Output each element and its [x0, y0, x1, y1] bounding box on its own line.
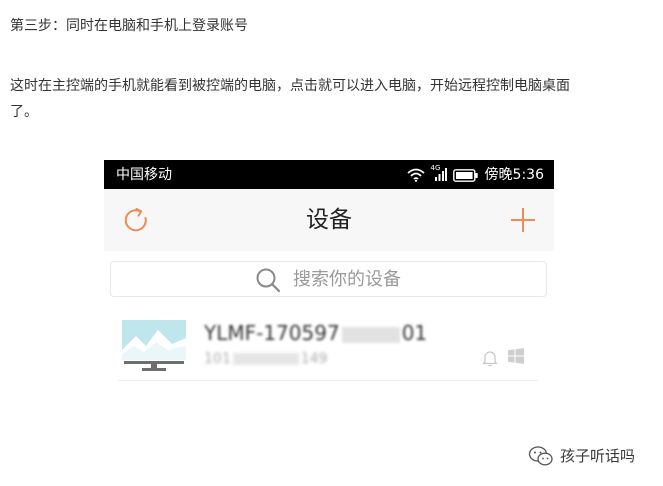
wechat-icon — [528, 445, 554, 467]
device-id-prefix: 101 — [204, 351, 231, 367]
device-id-suffix: 149 — [300, 351, 328, 367]
device-name-prefix: YLMF-170597 — [204, 321, 340, 345]
device-name: YLMF-170597 01 — [204, 320, 427, 346]
phone-screenshot: 中国移动 4G 傍晚5:36 设备 搜索你的设备 YLMF-170597 01 … — [104, 160, 554, 390]
monitor-icon — [122, 320, 186, 372]
device-id-redacted — [232, 353, 299, 365]
signal-icon: 4G — [431, 164, 447, 182]
status-bar: 中国移动 4G 傍晚5:36 — [104, 160, 554, 189]
clock-time: 傍晚5:36 — [484, 167, 544, 183]
paragraph-line-2: 了。 — [10, 104, 38, 120]
device-id: 101 149 — [204, 350, 327, 368]
search-placeholder: 搜索你的设备 — [293, 269, 401, 290]
device-name-redacted — [341, 326, 400, 343]
device-name-suffix: 01 — [401, 321, 428, 345]
device-list-item[interactable]: YLMF-170597 01 101 149 — [118, 314, 538, 381]
bell-icon — [482, 349, 498, 367]
search-icon — [255, 267, 281, 293]
step-heading: 第三步：同时在电脑和手机上登录账号 — [10, 18, 248, 34]
wifi-icon — [406, 168, 425, 182]
search-input[interactable]: 搜索你的设备 — [110, 261, 547, 297]
page-title: 设备 — [306, 207, 352, 233]
title-bar: 设备 — [104, 189, 554, 251]
windows-icon — [508, 348, 524, 364]
watermark-text: 孩子听话吗 — [560, 447, 636, 465]
carrier-label: 中国移动 — [116, 167, 172, 183]
paragraph-line-1: 这时在主控端的手机就能看到被控端的电脑，点击就可以进入电脑，开始远程控制电脑桌面 — [10, 78, 570, 94]
status-indicators: 4G 傍晚5:36 — [406, 164, 544, 186]
network-type: 4G — [430, 164, 441, 172]
battery-icon — [452, 168, 479, 182]
plus-icon[interactable] — [509, 206, 537, 234]
watermark: 孩子听话吗 — [528, 443, 635, 469]
